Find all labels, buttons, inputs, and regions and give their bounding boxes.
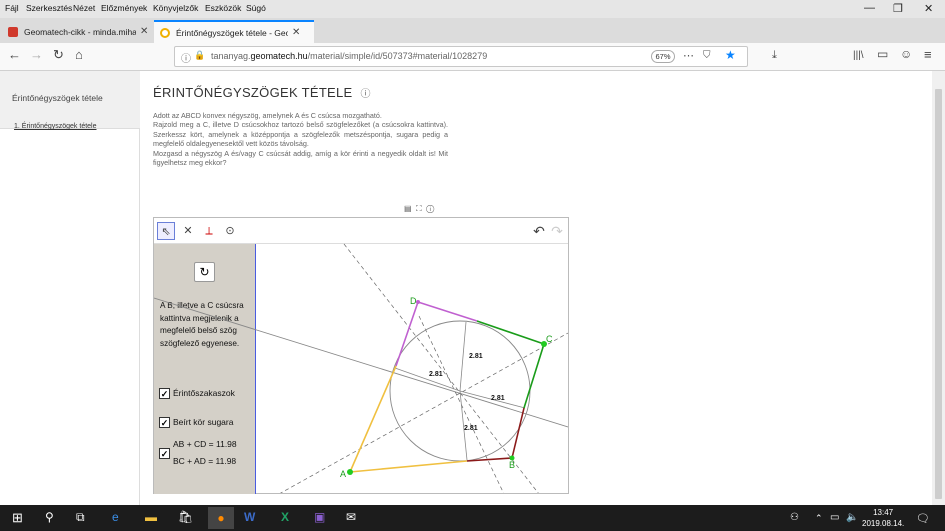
desc-paragraph-3: Mozgasd a négyszög A és/vagy C csúcsát a… [153,148,448,168]
sidebar-header: Érintőnégyszögek tétele [0,71,140,129]
restore-button[interactable]: ❐ [893,2,903,15]
course-sidebar: Érintőnégyszögek tétele 1. Érintőnégyszö… [0,71,140,505]
page-actions-icon[interactable]: ⋯ [683,49,694,62]
sidebar-toggle-icon[interactable]: ▭ [877,47,888,61]
lock-icon[interactable]: 🔒 [194,50,205,61]
zoom-indicator[interactable]: 67% [651,50,675,63]
tab-title: Érintőnégyszögek tétele - GeoG [176,27,288,38]
info-icon[interactable]: ⓘ [181,50,191,65]
sidebar-title: Érintőnégyszögek tétele [12,93,103,103]
angle-bisector-line [154,297,568,428]
navigation-bar: ← → ↻ ⌂ ⓘ 🔒 tananyag.geomatech.hu/materi… [0,43,945,71]
radius-label-2: 2.81 [429,371,443,378]
applet-icons: ▤ ⛶ ⓘ [404,204,434,214]
close-window-button[interactable]: ✕ [924,2,933,15]
menu-bookmarks[interactable]: Könyvjelzők [153,3,198,13]
side-bc-upper [523,343,545,409]
clock-date: 2019.08.14. [862,519,905,528]
close-tab-icon[interactable]: ✕ [292,27,300,38]
page-scrollbar[interactable] [932,71,945,505]
network-icon[interactable]: ▭ [830,512,839,523]
desc-paragraph-2: Rajzold meg a C, illetve D csúcsokhoz ta… [153,120,448,149]
tab-bar: Geomatech-cikk - minda.mihal ✕ Érintőnég… [0,18,945,56]
radius-2 [394,367,461,392]
main-content: ÉRINTŐNÉGYSZÖGEK TÉTELE ⓘ Adott az ABCD … [140,71,932,505]
info-icon[interactable]: ⓘ [426,204,434,213]
address-bar[interactable]: ⓘ 🔒 tananyag.geomatech.hu/material/simpl… [174,46,748,67]
pocket-icon[interactable]: ⛉ [703,50,711,61]
edge-icon[interactable]: e [112,510,119,524]
geogebra-applet[interactable]: ⇖ ✕ ⟂ ⊙ ↶ ↷ ↻ A B, illetve a C csúcsra k… [153,217,569,494]
scrollbar-thumb[interactable] [935,89,942,499]
label-d: D [410,296,417,306]
file-explorer-icon[interactable]: ▬ [145,510,157,524]
side-da-upper [395,301,419,367]
label-c: C [546,334,553,344]
search-icon[interactable]: ⚲ [45,510,54,524]
account-icon[interactable]: ☺ [900,47,912,61]
minimize-button[interactable]: — [864,2,875,14]
library-icon[interactable]: |||\ [853,50,864,61]
side-cd [476,320,545,345]
word-icon[interactable]: W [244,510,255,524]
excel-icon[interactable]: X [281,510,289,524]
page-title: ÉRINTŐNÉGYSZÖGEK TÉTELE ⓘ [153,85,371,100]
label-b: B [509,460,515,470]
home-icon[interactable]: ⌂ [75,47,83,62]
side-dc-upper [417,301,478,322]
start-icon[interactable]: ⊞ [12,510,23,526]
volume-icon[interactable]: 🔈 [846,512,858,523]
table-icon[interactable]: ▤ [404,204,412,213]
bookmark-star-icon[interactable]: ★ [725,48,736,62]
tab-title: Geomatech-cikk - minda.mihal [24,26,136,37]
hamburger-menu-icon[interactable]: ≡ [924,47,932,62]
geogebra-icon [160,27,170,38]
save-icon[interactable]: ▣ [314,510,325,524]
sidebar-item-lesson[interactable]: 1. Érintőnégyszögek tétele [14,123,97,130]
windows-taskbar: ⊞ ⚲ ⧉ e ▬ 🛍 ● W X ▣ ✉ ⚇ ⌃ ▭ 🔈 13:47 2019… [0,505,945,531]
clock-time: 13:47 [873,508,894,517]
menu-help[interactable]: Súgó [246,3,266,13]
title-info-icon[interactable]: ⓘ [360,89,370,100]
download-icon[interactable]: ⤓ [772,49,777,62]
system-clock[interactable]: 13:47 2019.08.14. [862,507,904,529]
menu-history[interactable]: Előzmények [101,3,147,13]
point-d [416,300,420,304]
side-bc-lower [511,407,525,459]
tab-geomatech-cikk[interactable]: Geomatech-cikk - minda.mihal ✕ [2,20,152,43]
menu-bar: Fájl Szerkesztés Nézet Előzmények Könyvj… [0,0,945,18]
point-a [347,469,353,475]
gmail-icon [8,26,18,37]
menu-file[interactable]: Fájl [5,3,19,13]
tab-erintonegyszogek[interactable]: Érintőnégyszögek tétele - GeoG ✕ [154,20,314,43]
menu-tools[interactable]: Eszközök [205,3,241,13]
people-icon[interactable]: ⚇ [790,512,799,523]
store-icon[interactable]: 🛍 [178,510,193,524]
bisector-dashed-2 [280,332,568,493]
mail-icon[interactable]: ✉ [346,510,356,524]
menu-view[interactable]: Nézet [73,3,95,13]
forward-icon[interactable]: → [30,47,43,62]
bisector-dashed-1 [343,243,539,493]
radius-label-3: 2.81 [491,395,505,402]
geometry-canvas[interactable]: A B C D 2.81 2.81 2.81 2.81 [154,218,568,493]
task-view-icon[interactable]: ⧉ [76,510,85,525]
back-icon[interactable]: ← [8,47,21,62]
radius-label-1: 2.81 [469,353,483,360]
radius-label-4: 2.81 [464,425,478,432]
firefox-icon[interactable]: ● [208,507,234,529]
desc-paragraph-1: Adott az ABCD konvex négyszög, amelynek … [153,111,382,120]
radius-1 [459,321,467,392]
side-da-lower [349,365,397,473]
notification-icon[interactable]: 🗨 [916,512,930,525]
close-tab-icon[interactable]: ✕ [140,26,148,37]
menu-edit[interactable]: Szerkesztés [26,3,72,13]
side-ab-left [349,460,468,473]
reload-icon[interactable]: ↻ [53,47,64,63]
tray-chevron-icon[interactable]: ⌃ [815,513,823,524]
label-a: A [340,469,346,479]
url-text[interactable]: tananyag.geomatech.hu/material/simple/id… [211,51,487,61]
fullscreen-icon[interactable]: ⛶ [416,204,422,213]
task-description: Adott az ABCD konvex négyszög, amelynek … [153,111,448,167]
